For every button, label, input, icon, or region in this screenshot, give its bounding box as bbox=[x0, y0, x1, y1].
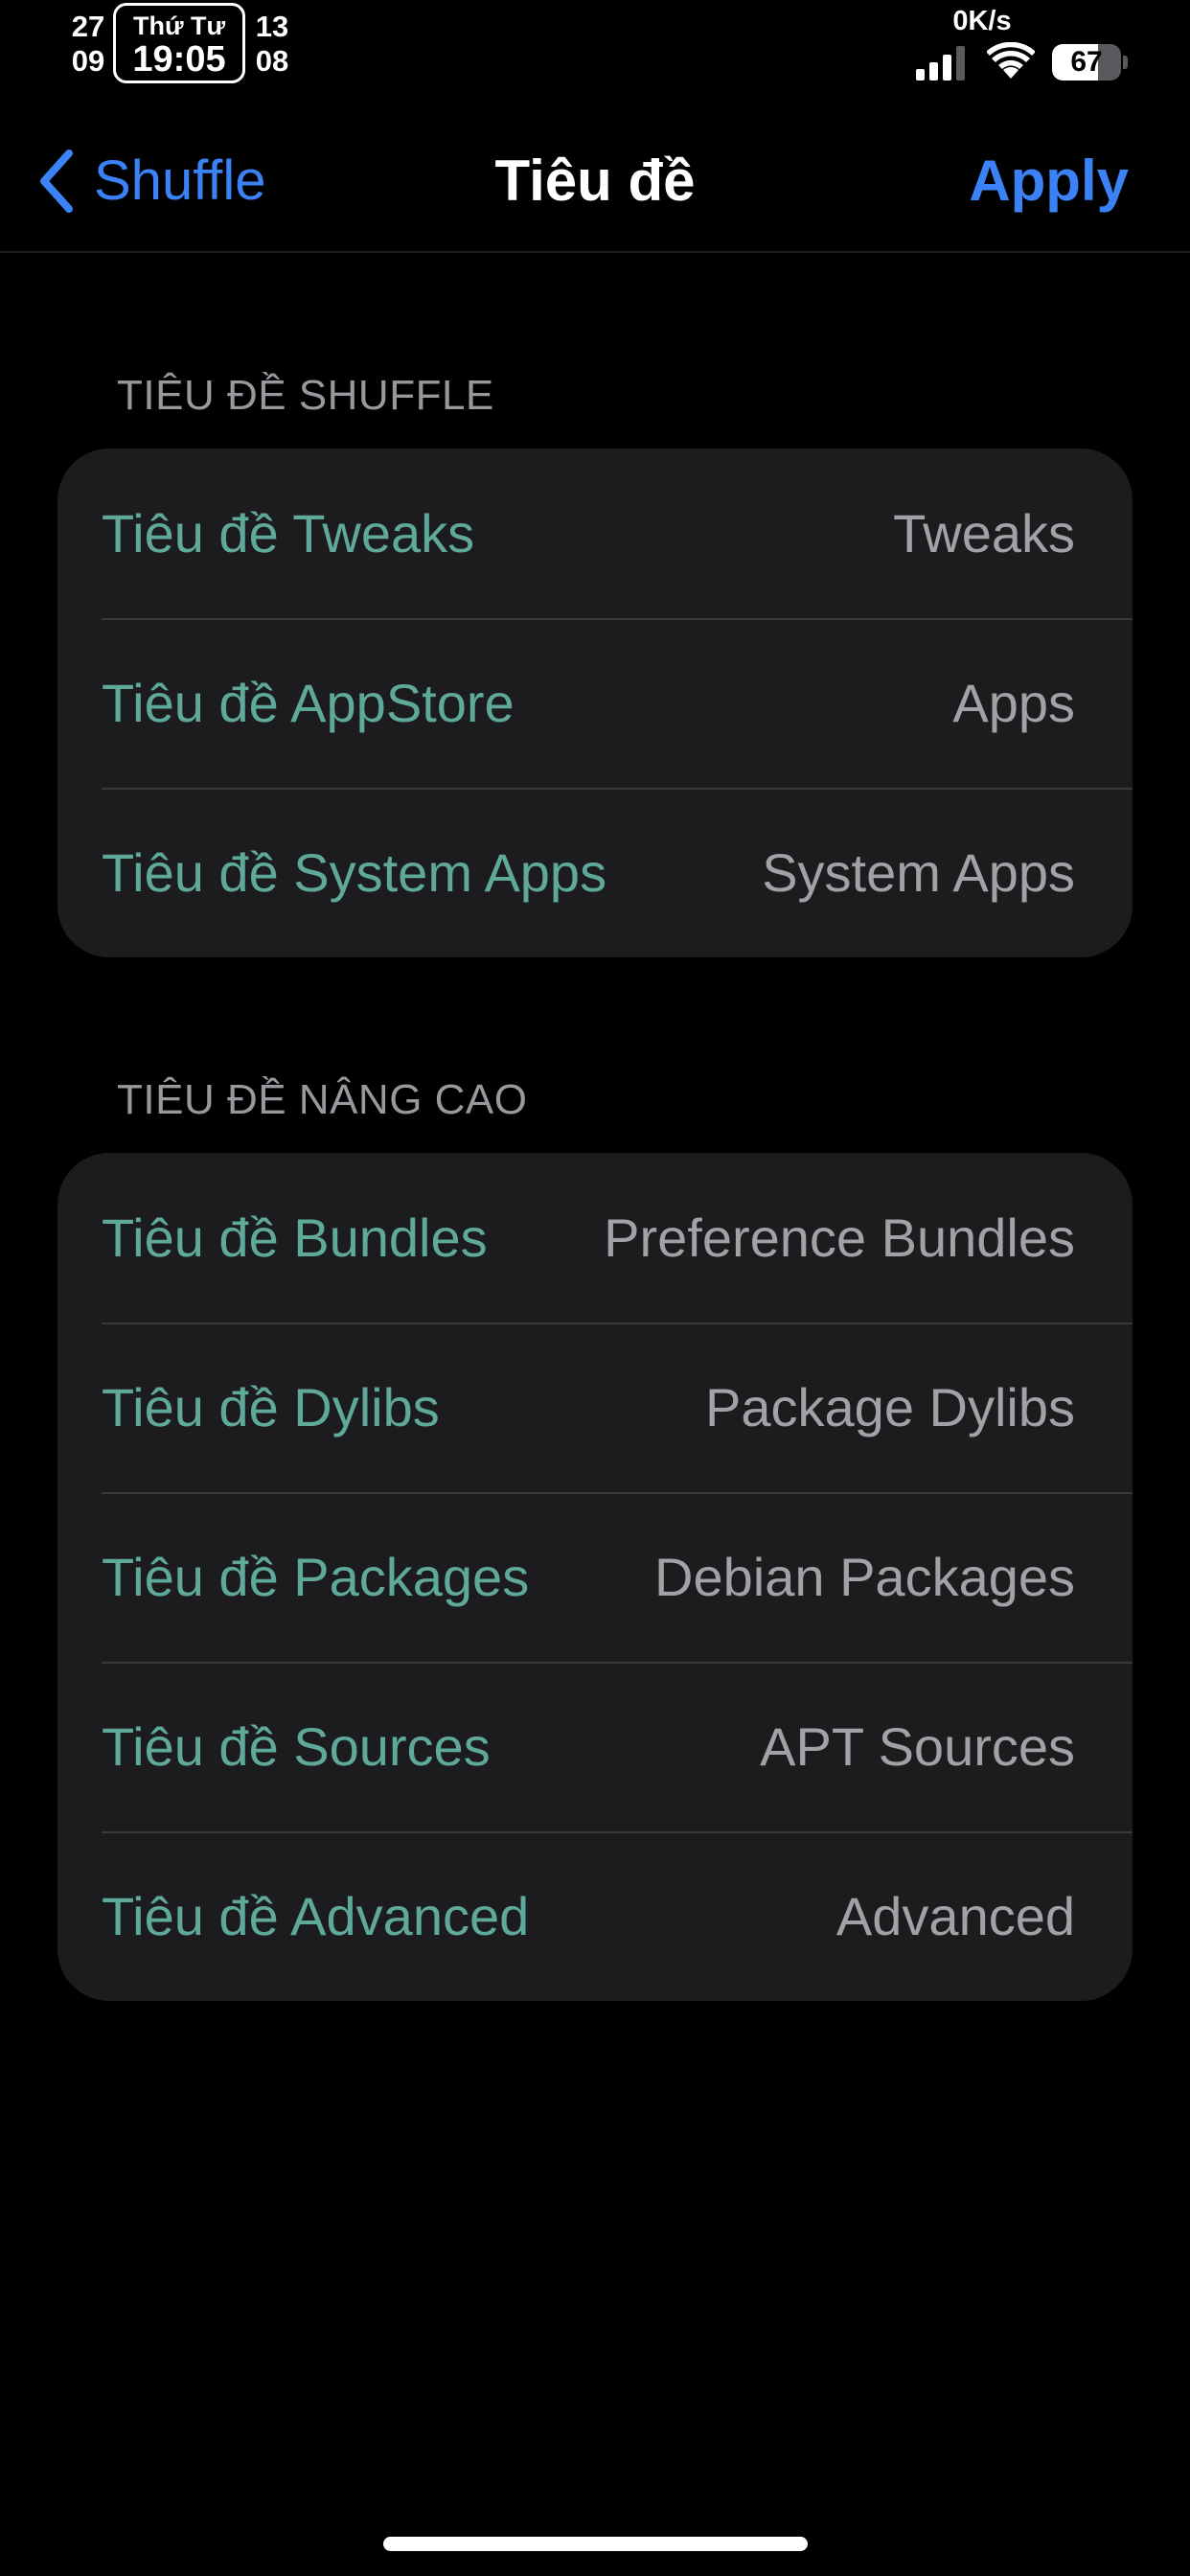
settings-row-bundles[interactable]: Tiêu đề Bundles Preference Bundles bbox=[57, 1153, 1133, 1322]
cellular-signal-icon bbox=[916, 46, 965, 80]
status-date-left-top: 27 bbox=[71, 10, 105, 43]
row-value: Debian Packages bbox=[654, 1547, 1075, 1607]
section-header-advanced: TIÊU ĐỀ NÂNG CAO bbox=[117, 1076, 528, 1123]
section-header-shuffle: TIÊU ĐỀ SHUFFLE bbox=[117, 372, 494, 419]
navigation-bar: Shuffle Tiêu đề Apply bbox=[0, 92, 1190, 253]
row-value: Apps bbox=[952, 673, 1075, 733]
settings-row-tweaks[interactable]: Tiêu đề Tweaks Tweaks bbox=[57, 448, 1133, 618]
battery-icon: 67 bbox=[1052, 44, 1121, 80]
row-label: Tiêu đề Dylibs bbox=[102, 1377, 440, 1438]
row-label: Tiêu đề Packages bbox=[102, 1547, 530, 1607]
settings-row-appstore[interactable]: Tiêu đề AppStore Apps bbox=[57, 618, 1133, 788]
status-time: 19:05 bbox=[132, 39, 226, 80]
row-value: APT Sources bbox=[760, 1716, 1075, 1777]
settings-group-shuffle: Tiêu đề Tweaks Tweaks Tiêu đề AppStore A… bbox=[57, 448, 1133, 957]
status-date-right: 13 08 bbox=[247, 10, 297, 79]
battery-cap bbox=[1123, 56, 1128, 69]
row-value: Preference Bundles bbox=[604, 1208, 1075, 1268]
back-button[interactable]: Shuffle bbox=[34, 146, 266, 217]
page-title: Tiêu đề bbox=[494, 149, 696, 213]
status-date-left: 27 09 bbox=[65, 10, 111, 79]
settings-row-system-apps[interactable]: Tiêu đề System Apps System Apps bbox=[57, 788, 1133, 957]
back-button-label: Shuffle bbox=[94, 150, 266, 212]
battery-percent: 67 bbox=[1070, 46, 1103, 78]
settings-row-packages[interactable]: Tiêu đề Packages Debian Packages bbox=[57, 1492, 1133, 1662]
status-date-left-bottom: 09 bbox=[71, 44, 105, 78]
settings-row-advanced[interactable]: Tiêu đề Advanced Advanced bbox=[57, 1831, 1133, 2001]
status-date-right-bottom: 08 bbox=[255, 44, 289, 78]
status-date-right-top: 13 bbox=[255, 10, 289, 43]
home-indicator[interactable] bbox=[383, 2537, 808, 2551]
network-speed: 0K/s bbox=[952, 6, 1012, 36]
status-weekday: Thứ Tư bbox=[132, 12, 226, 40]
row-value: System Apps bbox=[762, 842, 1075, 903]
row-label: Tiêu đề Advanced bbox=[102, 1886, 530, 1946]
row-label: Tiêu đề Tweaks bbox=[102, 503, 475, 564]
row-label: Tiêu đề Bundles bbox=[102, 1208, 488, 1268]
row-label: Tiêu đề Sources bbox=[102, 1716, 491, 1777]
row-value: Package Dylibs bbox=[705, 1377, 1075, 1438]
settings-group-advanced: Tiêu đề Bundles Preference Bundles Tiêu … bbox=[57, 1153, 1133, 2001]
settings-row-sources[interactable]: Tiêu đề Sources APT Sources bbox=[57, 1662, 1133, 1831]
status-bar: 27 09 Thứ Tư 19:05 13 08 0K/s 67 bbox=[0, 0, 1190, 92]
row-label: Tiêu đề AppStore bbox=[102, 673, 515, 733]
status-clock: Thứ Tư 19:05 bbox=[113, 3, 245, 83]
row-value: Advanced bbox=[835, 1886, 1075, 1946]
row-value: Tweaks bbox=[893, 503, 1075, 564]
settings-row-dylibs[interactable]: Tiêu đề Dylibs Package Dylibs bbox=[57, 1322, 1133, 1492]
chevron-left-icon bbox=[40, 150, 73, 213]
battery-indicator: 67 bbox=[1052, 44, 1129, 80]
row-label: Tiêu đề System Apps bbox=[102, 842, 607, 903]
apply-button[interactable]: Apply bbox=[969, 146, 1129, 217]
wifi-icon bbox=[987, 42, 1035, 79]
